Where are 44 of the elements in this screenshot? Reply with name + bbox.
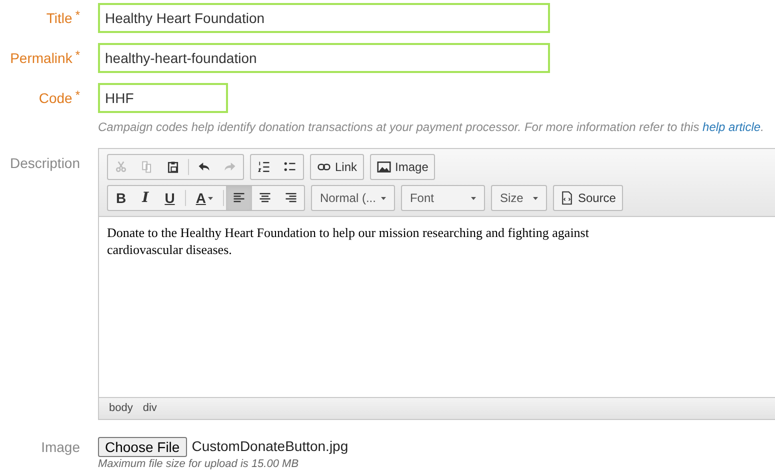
align-left-button[interactable] [226,186,252,210]
copy-icon [140,160,154,174]
caret-icon [532,196,538,200]
numbered-list-icon [257,160,271,174]
help-text: Maximum file size for upload is 15.00 MB [98,458,300,471]
align-right-icon [284,191,298,205]
toolbar-button[interactable]: Link [311,155,364,179]
help-text: Campaign codes help identify donation transactions at your payment processor. For more information refer to this help article. [98,119,765,136]
required-mark: * [75,87,80,104]
required-mark: * [75,7,80,24]
field-label: Image [41,438,80,457]
field-label: Code [38,89,72,108]
format-dropdown[interactable]: Normal (... [312,186,394,210]
align-left-icon [232,191,246,205]
text-field[interactable]: HHF [98,83,228,113]
caret-icon [470,196,476,200]
toolbar-button[interactable]: Source [554,186,622,210]
format-dropdown[interactable]: Size [492,186,546,210]
scissors-icon [114,160,128,174]
caret-icon [380,196,386,200]
paste-icon [166,160,180,174]
element-path-link[interactable]: body [109,400,133,417]
format-button[interactable]: I [134,186,157,210]
element-path-link[interactable]: div [142,400,157,417]
document-icon [560,191,574,205]
required-mark: * [75,47,80,64]
format-dropdown[interactable]: Font [402,186,484,210]
format-button[interactable]: A [188,186,221,210]
file-name: CustomDonateButton.jpg [192,437,348,456]
field-label: Description [10,154,80,173]
bulleted-list-icon [283,160,297,174]
caret-icon [208,196,213,200]
help-link[interactable]: help article [702,120,761,134]
field-label: Permalink [10,49,72,68]
choose-file-button[interactable]: Choose File [98,436,187,456]
image-icon [377,160,392,174]
field-label: Title [46,9,72,28]
format-button[interactable]: U [156,186,183,210]
align-center-icon [258,191,272,205]
text-field[interactable]: healthy-heart-foundation [98,43,550,73]
toolbar-button[interactable]: Image [371,155,434,179]
editor-text: Donate to the Healthy Heart Foundation to help our mission researching and fighting against cardiovascular diseases. [107,224,590,258]
format-button[interactable]: B [108,186,134,210]
text-field[interactable]: Healthy Heart Foundation [98,3,550,33]
